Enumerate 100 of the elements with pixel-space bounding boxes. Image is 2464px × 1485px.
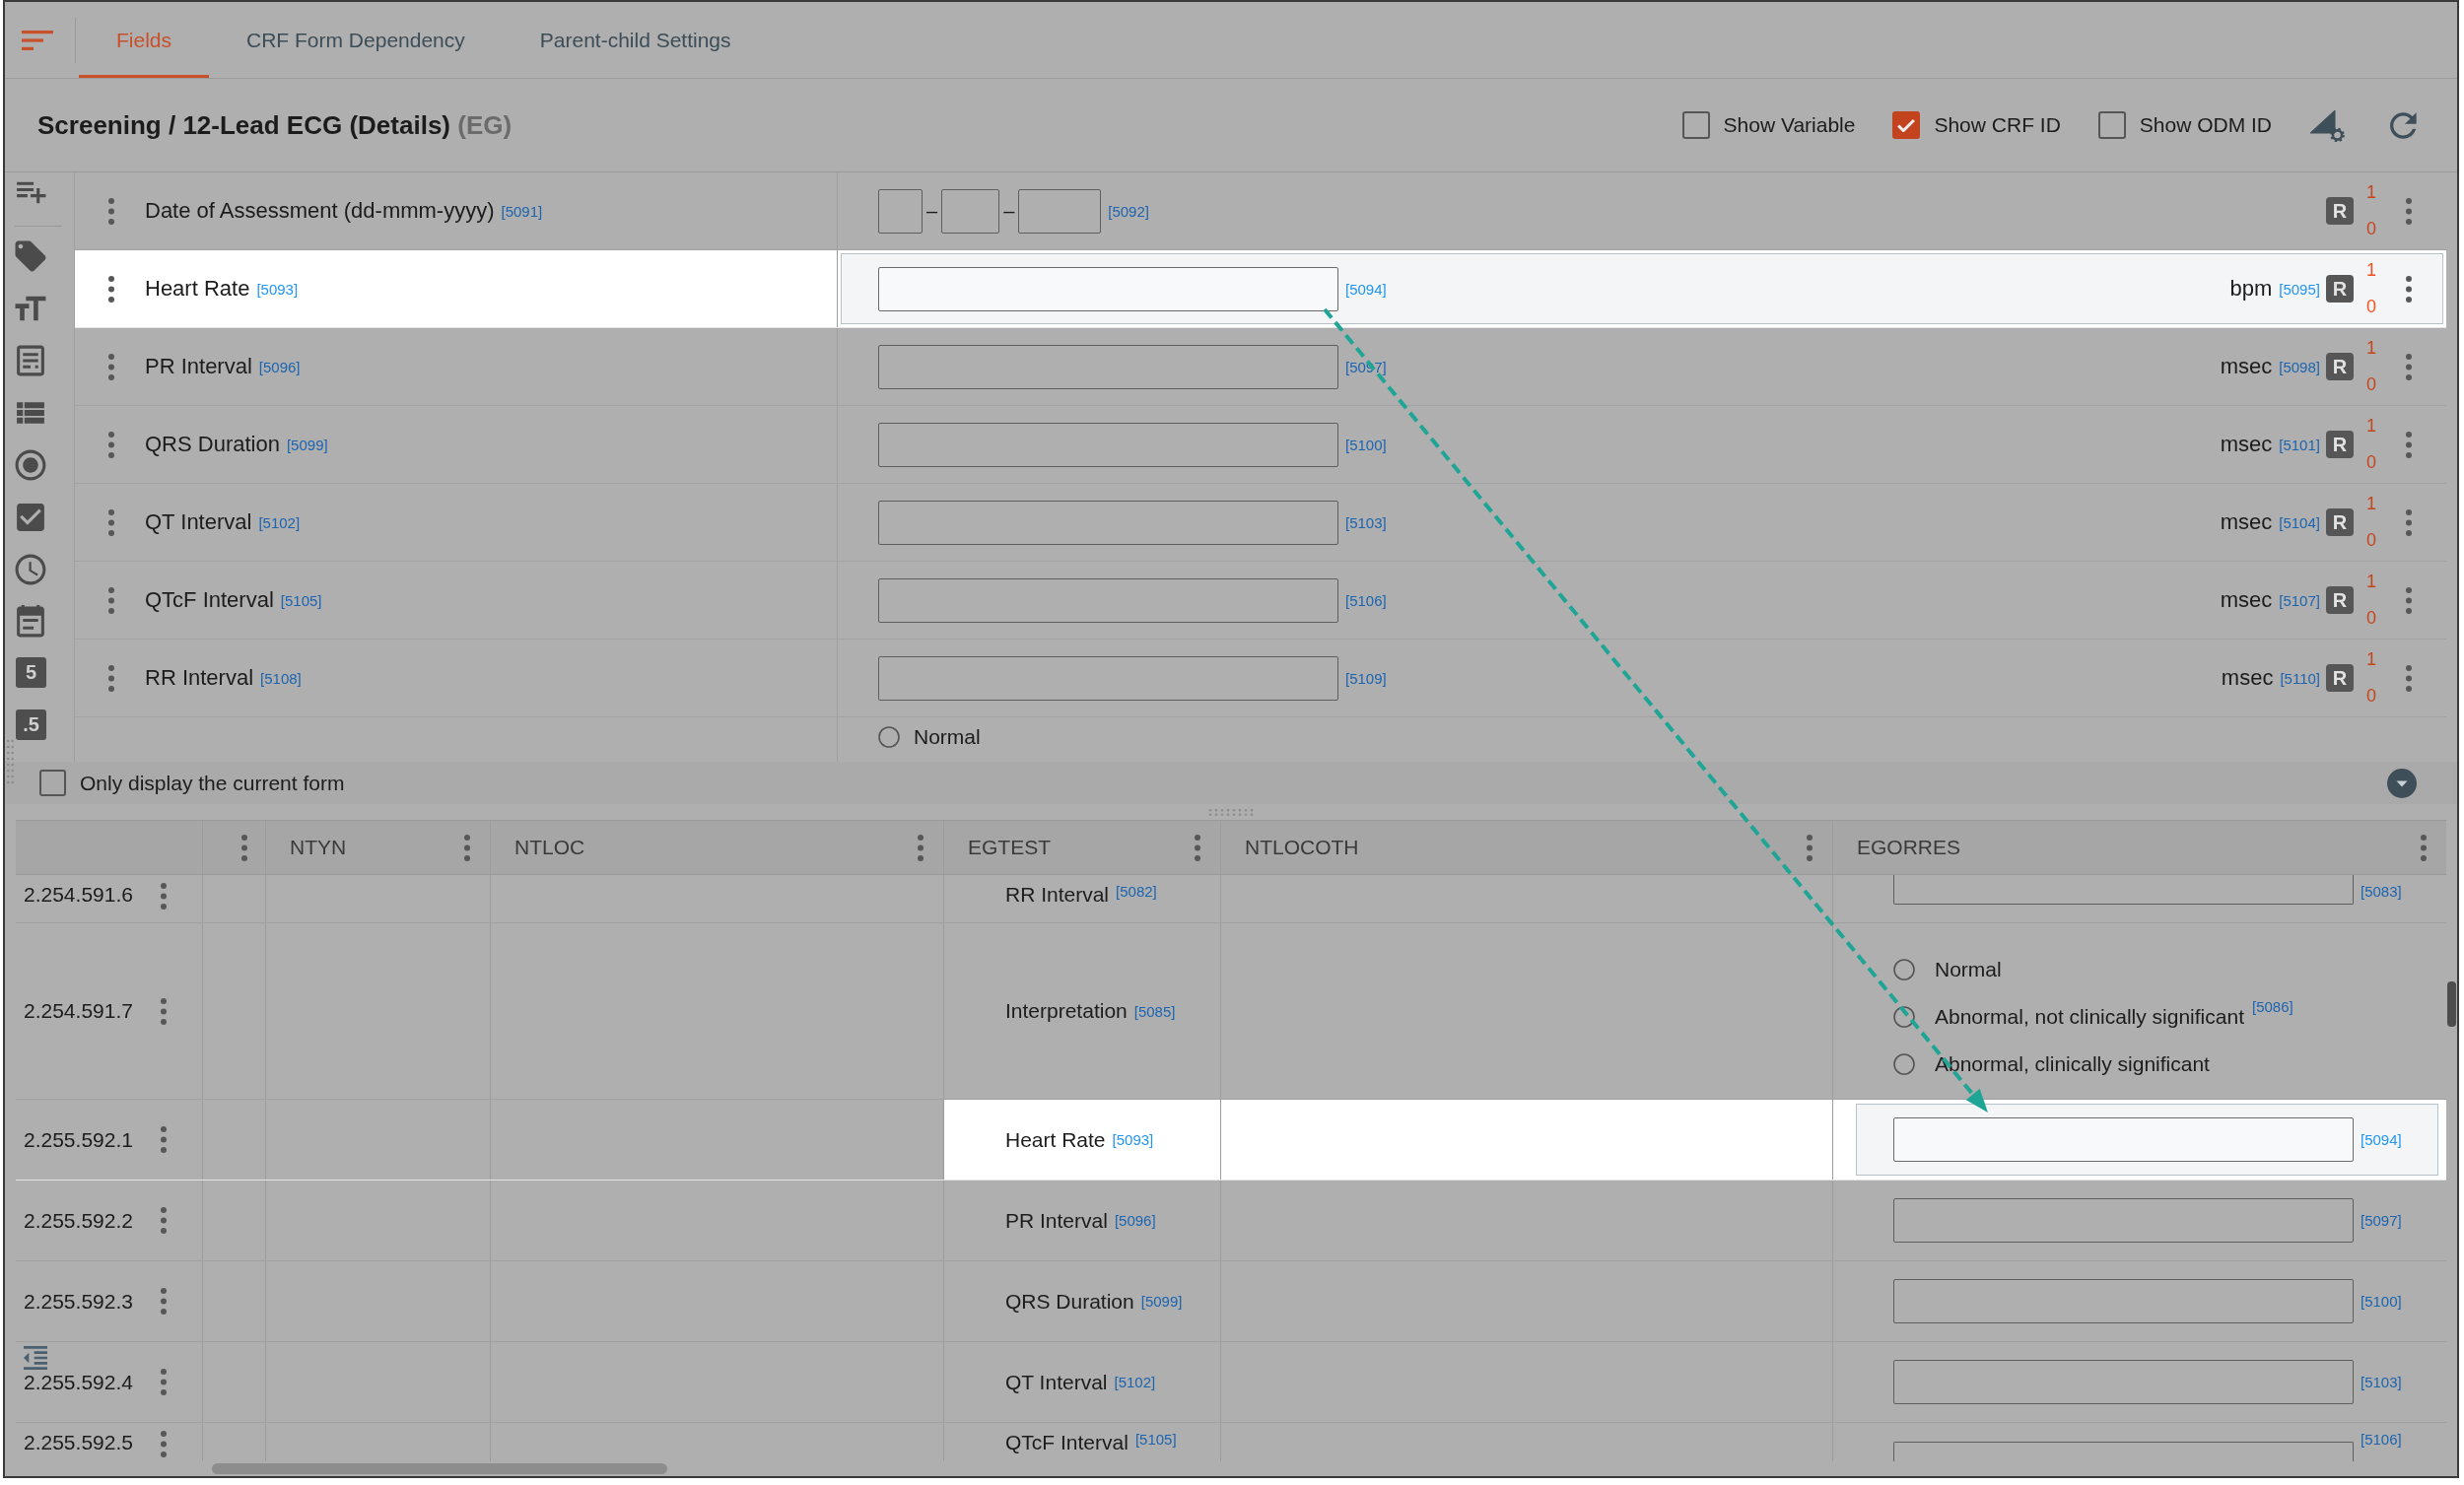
- input-field[interactable]: [878, 422, 1338, 467]
- drag-handle-icon[interactable]: [7, 739, 14, 784]
- checkbox[interactable]: [2097, 111, 2126, 139]
- kebab-menu-icon[interactable]: [161, 1288, 167, 1315]
- field-row[interactable]: QRS Duration [5099] [5100] msec [5101] R 1 0: [75, 406, 2446, 484]
- field-label: QTcF Interval: [1005, 1431, 1129, 1454]
- tab[interactable]: Parent-child Settings: [502, 2, 769, 78]
- column-header[interactable]: EGORRES: [1857, 836, 1961, 859]
- checkbox-icon[interactable]: [15, 501, 46, 534]
- kebab-menu-icon[interactable]: [1807, 834, 1813, 861]
- kebab-menu-icon[interactable]: [108, 275, 114, 303]
- refresh-icon[interactable]: [2390, 111, 2417, 139]
- date-part-field[interactable]: [1018, 188, 1102, 234]
- kebab-menu-icon[interactable]: [2406, 664, 2412, 692]
- option-label: Normal: [1935, 958, 2002, 981]
- unit-label: msec: [2221, 665, 2274, 691]
- column-header[interactable]: NTLOCOTH: [1245, 836, 1359, 859]
- crf-id: [5103]: [2361, 1374, 2402, 1390]
- kebab-menu-icon[interactable]: [108, 508, 114, 536]
- input-field[interactable]: [1893, 1117, 2354, 1162]
- dropdown-circle-icon[interactable]: [2387, 768, 2417, 798]
- field-row[interactable]: RR Interval [5108] [5109] msec [5110] R 1 0: [75, 640, 2446, 717]
- radio-button-icon[interactable]: [15, 448, 46, 482]
- input-field[interactable]: [878, 266, 1338, 311]
- kebab-menu-icon[interactable]: [918, 834, 924, 861]
- number-field-button[interactable]: 5: [16, 657, 46, 688]
- kebab-menu-icon[interactable]: [161, 1207, 167, 1234]
- input-field[interactable]: [878, 655, 1338, 701]
- input-field[interactable]: [878, 577, 1338, 623]
- radio-button[interactable]: [1893, 959, 1915, 980]
- clock-icon[interactable]: [15, 553, 46, 586]
- number-field-button[interactable]: .5: [16, 709, 46, 740]
- crf-id: [5103]: [1345, 513, 1387, 531]
- kebab-menu-icon[interactable]: [2421, 834, 2427, 861]
- calendar-icon[interactable]: [15, 605, 46, 639]
- grid-row[interactable]: 2.255.592.5 QTcF Interval [5105] [5106]: [16, 1423, 2446, 1461]
- input-field[interactable]: [1893, 875, 2354, 905]
- date-part-field[interactable]: [941, 188, 1000, 234]
- kebab-menu-icon[interactable]: [2406, 431, 2412, 458]
- input-field[interactable]: [1893, 1279, 2354, 1323]
- checkbox[interactable]: [1681, 111, 1710, 139]
- form-title: Screening / 12-Lead ECG (Details) (EG): [37, 109, 513, 141]
- indent-decrease-icon[interactable]: [21, 1346, 50, 1370]
- grid-row[interactable]: 2.255.592.4 QT Interval [5102] [5103]: [16, 1342, 2446, 1423]
- required-badge: R: [2326, 197, 2354, 225]
- input-field[interactable]: [1893, 1442, 2354, 1461]
- kebab-menu-icon[interactable]: [108, 586, 114, 614]
- sort-menu-icon[interactable]: [22, 30, 53, 50]
- row-number: 2.255.592.5: [24, 1431, 133, 1454]
- date-part-field[interactable]: [878, 188, 923, 234]
- kebab-menu-icon[interactable]: [161, 1431, 167, 1457]
- kebab-menu-icon[interactable]: [108, 431, 114, 458]
- kebab-menu-icon[interactable]: [2406, 353, 2412, 380]
- field-label: RR Interval: [1005, 883, 1110, 907]
- input-field[interactable]: [878, 344, 1338, 389]
- field-row[interactable]: QTcF Interval [5105] [5106] msec [5107] R 1 0: [75, 562, 2446, 640]
- kebab-menu-icon[interactable]: [2406, 275, 2412, 303]
- checkbox[interactable]: [39, 770, 66, 796]
- column-header[interactable]: EGTEST: [968, 836, 1051, 859]
- set-square-gear-icon[interactable]: [2309, 108, 2345, 142]
- option-label: Normal: [914, 725, 981, 749]
- kebab-menu-icon[interactable]: [161, 1126, 167, 1153]
- grid-row[interactable]: 2.254.591.6 RR Interval [5082] [5083]: [16, 875, 2446, 923]
- drag-handle-icon[interactable]: [1208, 808, 1254, 816]
- tag-icon[interactable]: [15, 239, 46, 273]
- checkbox-label: Show ODM ID: [2139, 113, 2272, 137]
- kebab-menu-icon[interactable]: [161, 1369, 167, 1395]
- kebab-menu-icon[interactable]: [108, 353, 114, 380]
- kebab-menu-icon[interactable]: [161, 883, 167, 910]
- required-badge: R: [2326, 508, 2354, 536]
- field-row[interactable]: QT Interval [5102] [5103] msec [5104] R 1 0: [75, 484, 2446, 562]
- column-header[interactable]: NTLOC: [514, 836, 585, 859]
- kebab-menu-icon[interactable]: [108, 197, 114, 225]
- radio-button[interactable]: [1893, 1053, 1915, 1075]
- kebab-menu-icon[interactable]: [464, 834, 470, 861]
- scrollbar-thumb[interactable]: [2447, 981, 2456, 1027]
- checkbox[interactable]: [1892, 111, 1921, 139]
- kebab-menu-icon[interactable]: [108, 664, 114, 692]
- kebab-menu-icon[interactable]: [1195, 834, 1200, 861]
- field-label: QRS Duration: [145, 432, 280, 457]
- input-field[interactable]: [878, 500, 1338, 545]
- column-header[interactable]: NTYN: [290, 836, 347, 859]
- grid-row[interactable]: 2.255.592.2 PR Interval [5096] [5097]: [16, 1181, 2446, 1261]
- input-field[interactable]: [1893, 1198, 2354, 1243]
- kebab-menu-icon[interactable]: [241, 834, 247, 861]
- grid-row[interactable]: 2.255.592.1 Heart Rate [5093] [5094]: [16, 1100, 2446, 1181]
- tab[interactable]: CRF Form Dependency: [209, 2, 503, 78]
- kebab-menu-icon[interactable]: [2406, 197, 2412, 225]
- kebab-menu-icon[interactable]: [2406, 508, 2412, 536]
- note-icon[interactable]: [15, 344, 46, 377]
- radio-button[interactable]: [1893, 1006, 1915, 1028]
- field-label: QRS Duration: [1005, 1289, 1134, 1314]
- row-number: 2.255.592.1: [24, 1127, 133, 1152]
- input-field[interactable]: [1893, 1360, 2354, 1404]
- grid-row[interactable]: 2.255.592.3 QRS Duration [5099] [5100]: [16, 1261, 2446, 1342]
- scrollbar-thumb[interactable]: [212, 1463, 667, 1474]
- radio-button[interactable]: [878, 726, 900, 748]
- kebab-menu-icon[interactable]: [161, 997, 167, 1025]
- field-row[interactable]: Heart Rate [5093] [5094] bpm [5095] R 1 0: [75, 250, 2446, 328]
- kebab-menu-icon[interactable]: [2406, 586, 2412, 614]
